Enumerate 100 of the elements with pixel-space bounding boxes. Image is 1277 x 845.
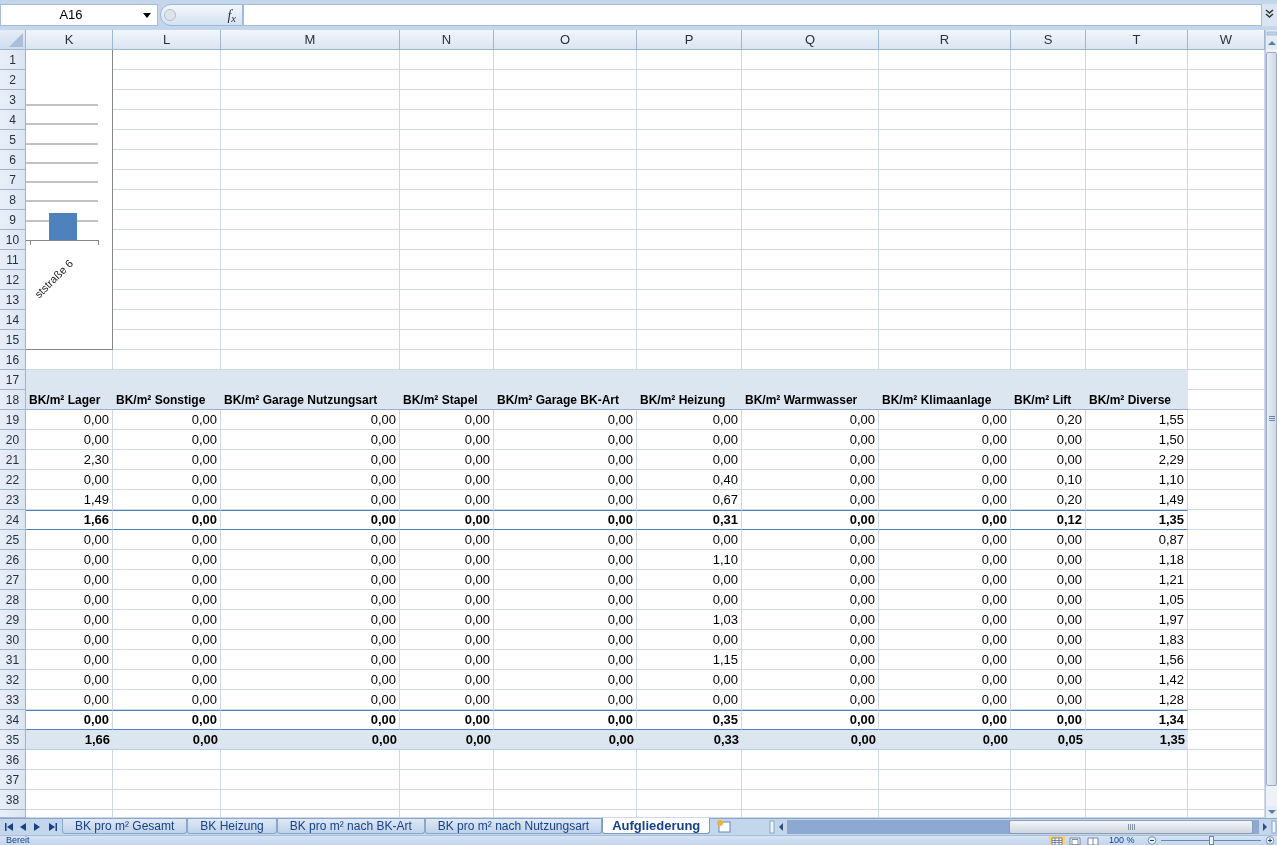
row-header[interactable]: 36 <box>0 750 26 770</box>
row-header[interactable]: 30 <box>0 630 26 650</box>
insert-function-button[interactable]: f$_{x}$ <box>160 4 243 26</box>
empty-cell[interactable] <box>1188 530 1265 550</box>
horizontal-scrollbar[interactable] <box>787 820 1259 834</box>
column-header[interactable]: O <box>494 30 637 50</box>
sheet-tab[interactable]: BK pro m² nach BK-Art <box>276 819 425 834</box>
sheet-tab[interactable]: BK pro m² nach Nutzungsart <box>424 819 603 834</box>
empty-cell[interactable] <box>1188 650 1265 670</box>
row-header[interactable]: 35 <box>0 730 26 750</box>
table-cell: 0,00 <box>494 490 637 510</box>
table-cell: 0,00 <box>113 430 221 450</box>
new-sheet-icon[interactable] <box>716 819 733 833</box>
row-header[interactable]: 3 <box>0 90 26 110</box>
column-header[interactable]: S <box>1011 30 1086 50</box>
sheet-tab[interactable]: BK pro m² Gesamt <box>62 819 188 834</box>
expand-chevron-icon[interactable] <box>1262 4 1277 26</box>
empty-cell[interactable] <box>1188 630 1265 650</box>
row-header[interactable]: 15 <box>0 330 26 350</box>
sheet-tab[interactable]: Aufgliederung <box>602 818 711 834</box>
row-header[interactable]: 32 <box>0 670 26 690</box>
row-header[interactable]: 33 <box>0 690 26 710</box>
row-header[interactable]: 24 <box>0 510 26 530</box>
empty-cell[interactable] <box>1188 410 1265 430</box>
select-all-button[interactable] <box>0 30 26 50</box>
row-header[interactable]: 20 <box>0 430 26 450</box>
empty-cell[interactable] <box>1188 670 1265 690</box>
empty-cell[interactable] <box>1188 590 1265 610</box>
row-header[interactable]: 19 <box>0 410 26 430</box>
row-header[interactable]: 6 <box>0 150 26 170</box>
row-header[interactable]: 9 <box>0 210 26 230</box>
empty-cell[interactable] <box>1188 430 1265 450</box>
table-cell: 1,35 <box>1086 510 1188 530</box>
row-header[interactable]: 26 <box>0 550 26 570</box>
column-header[interactable]: R <box>879 30 1011 50</box>
empty-cell[interactable] <box>1188 610 1265 630</box>
row-header[interactable]: 17 <box>0 370 26 390</box>
split-handle-icon[interactable] <box>1266 30 1277 37</box>
row-header[interactable]: 23 <box>0 490 26 510</box>
split-handle-icon[interactable] <box>1271 820 1277 834</box>
row-header[interactable]: 28 <box>0 590 26 610</box>
left-arrow-icon[interactable] <box>19 823 28 831</box>
empty-cell[interactable] <box>1188 510 1265 530</box>
row-header[interactable] <box>0 810 26 818</box>
empty-cell[interactable] <box>1188 450 1265 470</box>
row-header[interactable]: 13 <box>0 290 26 310</box>
empty-cell[interactable] <box>1188 690 1265 710</box>
split-handle-icon[interactable] <box>769 820 775 834</box>
plus-icon[interactable] <box>1265 836 1275 845</box>
row-header[interactable]: 8 <box>0 190 26 210</box>
zoom-slider-thumb[interactable] <box>1209 836 1214 845</box>
column-header[interactable]: Q <box>742 30 879 50</box>
column-header[interactable]: M <box>221 30 400 50</box>
empty-cell[interactable] <box>1188 470 1265 490</box>
table-cell: 0,00 <box>494 670 637 690</box>
row-header[interactable]: 2 <box>0 70 26 90</box>
view-button-icon[interactable] <box>1067 836 1083 845</box>
formula-input[interactable] <box>243 4 1262 26</box>
skip-back-icon[interactable] <box>5 823 14 831</box>
empty-cell[interactable] <box>1188 550 1265 570</box>
row-header[interactable]: 14 <box>0 310 26 330</box>
row-header[interactable]: 1 <box>0 50 26 70</box>
view-button-icon[interactable] <box>1085 836 1101 845</box>
zoom-slider[interactable] <box>1161 836 1261 845</box>
sheet-tab[interactable]: BK Heizung <box>187 819 277 834</box>
column-header[interactable]: T <box>1086 30 1188 50</box>
table-cell: 0,00 <box>400 570 494 590</box>
scrollbar-thumb[interactable] <box>1009 820 1253 834</box>
row-header[interactable]: 11 <box>0 250 26 270</box>
row-header[interactable]: 16 <box>0 350 26 370</box>
column-header[interactable]: K <box>26 30 113 50</box>
row-header[interactable]: 25 <box>0 530 26 550</box>
empty-cell[interactable] <box>1188 490 1265 510</box>
column-header[interactable]: W <box>1188 30 1265 50</box>
row-header[interactable]: 22 <box>0 470 26 490</box>
table-cell: 0,20 <box>1011 490 1086 510</box>
name-box[interactable]: A16 <box>0 4 158 26</box>
skip-forward-icon[interactable] <box>48 823 57 831</box>
row-header[interactable]: 4 <box>0 110 26 130</box>
view-button-icon[interactable] <box>1049 836 1065 845</box>
empty-cell[interactable] <box>1188 570 1265 590</box>
row-header[interactable]: 34 <box>0 710 26 730</box>
row-header[interactable]: 27 <box>0 570 26 590</box>
column-header[interactable]: N <box>400 30 494 50</box>
row-header[interactable]: 10 <box>0 230 26 250</box>
minus-icon[interactable] <box>1147 836 1157 845</box>
empty-cell[interactable] <box>1188 710 1265 730</box>
row-header[interactable]: 37 <box>0 770 26 790</box>
column-header[interactable]: L <box>113 30 221 50</box>
table-cell: 0,00 <box>637 530 742 550</box>
column-header[interactable]: P <box>637 30 742 50</box>
row-header[interactable]: 18 <box>0 390 26 410</box>
table-cell: 0,00 <box>494 430 637 450</box>
row-header[interactable]: 38 <box>0 790 26 810</box>
row-header[interactable]: 21 <box>0 450 26 470</box>
row-header[interactable]: 31 <box>0 650 26 670</box>
row-header[interactable]: 7 <box>0 170 26 190</box>
row-header[interactable]: 12 <box>0 270 26 290</box>
row-header[interactable]: 29 <box>0 610 26 630</box>
row-header[interactable]: 5 <box>0 130 26 150</box>
